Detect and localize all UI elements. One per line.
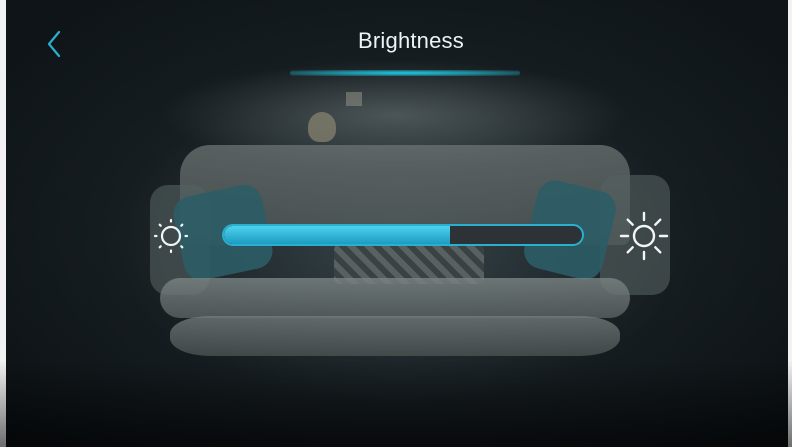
- brightness-slider-fill: [224, 226, 450, 244]
- background-floor-shade: [0, 360, 792, 447]
- sun-small-icon[interactable]: [152, 217, 190, 255]
- brightness-screen: Brightness: [0, 0, 792, 447]
- title-underline-glow: [290, 70, 520, 76]
- background-sofa-seat: [160, 278, 630, 318]
- right-border: [788, 0, 792, 447]
- background-wall-light: [160, 60, 630, 170]
- background-wall-decor: [308, 112, 336, 142]
- brightness-slider[interactable]: [222, 224, 584, 246]
- background-wall-decor-small: [346, 92, 362, 106]
- background-coffee-table: [170, 316, 620, 356]
- left-border: [0, 0, 6, 447]
- sun-large-icon[interactable]: [618, 210, 670, 262]
- background-pillow-center: [334, 244, 484, 284]
- page-title: Brightness: [358, 28, 464, 53]
